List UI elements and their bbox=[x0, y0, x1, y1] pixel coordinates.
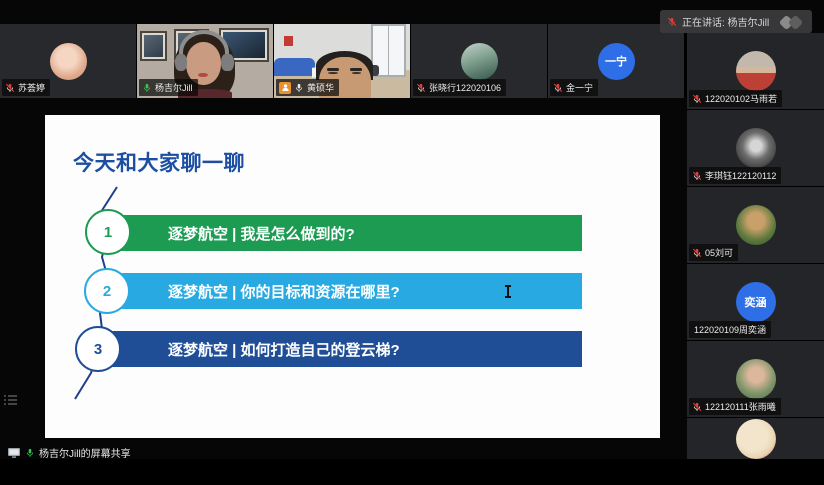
participant-tile[interactable]: 张晓行122020106 bbox=[411, 24, 548, 98]
avatar bbox=[49, 42, 87, 80]
slide-title: 今天和大家聊一聊 bbox=[73, 152, 245, 175]
bottom-toolbar-area bbox=[0, 459, 824, 485]
participant-name-tag: 杨吉尔Jill bbox=[139, 79, 198, 96]
participant-tile-active-speaker[interactable]: 杨吉尔Jill bbox=[137, 24, 274, 98]
muted-mic-icon bbox=[416, 83, 426, 92]
participant-name-tag: 122020102马雨若 bbox=[689, 90, 783, 107]
muted-mic-icon bbox=[692, 402, 702, 411]
host-badge-icon bbox=[279, 81, 291, 94]
slide-item-bar-1: 逐梦航空 | 我是怎么做到的? bbox=[110, 215, 582, 251]
avatar-initials-text: 奕涵 bbox=[744, 297, 767, 309]
meeting-window: 正在讲话: 杨吉尔Jill 苏荟婷 杨吉尔Jill 黄硕华 张晓行1220201… bbox=[0, 0, 824, 485]
participant-tile[interactable]: 122020102马雨若 bbox=[687, 33, 824, 109]
app-logo-icon bbox=[778, 14, 805, 30]
slide-item-bar-2: 逐梦航空 | 你的目标和资源在哪里? bbox=[110, 273, 582, 309]
participant-tile[interactable]: 黄硕华 bbox=[274, 24, 411, 98]
participant-name: 122020102马雨若 bbox=[705, 94, 778, 104]
participant-name: 张晓行122020106 bbox=[429, 83, 502, 93]
avatar bbox=[735, 128, 776, 168]
participant-tile[interactable]: 奕涵 122020109周奕涵 bbox=[687, 264, 824, 340]
avatar bbox=[735, 205, 776, 245]
shared-screen-slide: 今天和大家聊一聊 逐梦航空 | 我是怎么做到的? 逐梦航空 | 你的目标和资源在… bbox=[45, 115, 660, 438]
participant-name-tag: 黄硕华 bbox=[276, 79, 340, 96]
avatar-initials-text: 一宁 bbox=[605, 56, 627, 68]
slide-item-number-2: 2 bbox=[84, 268, 130, 314]
live-mic-icon bbox=[143, 83, 151, 92]
slide-item-number-3: 3 bbox=[75, 326, 121, 372]
mouse-cursor bbox=[505, 285, 511, 298]
participant-tile[interactable] bbox=[687, 418, 824, 460]
top-video-strip: 苏荟婷 杨吉尔Jill 黄硕华 张晓行122020106 一宁 金一宁 bbox=[0, 24, 687, 98]
participant-name: 苏荟婷 bbox=[18, 83, 46, 93]
participant-name-tag: 苏荟婷 bbox=[2, 79, 51, 96]
participant-name-tag: 05刘可 bbox=[689, 244, 739, 261]
slide-item-text: 逐梦航空 | 我是怎么做到的? bbox=[168, 225, 355, 243]
participant-tile[interactable]: 122120111张雨曦 bbox=[687, 341, 824, 417]
avatar bbox=[735, 51, 776, 91]
slide-item-text: 逐梦航空 | 你的目标和资源在哪里? bbox=[168, 283, 400, 301]
participant-name-tag: 张晓行122020106 bbox=[413, 79, 507, 96]
speaking-indicator-banner[interactable]: 正在讲话: 杨吉尔Jill bbox=[660, 10, 812, 33]
participant-name: 杨吉尔Jill bbox=[155, 83, 193, 93]
muted-mic-icon bbox=[5, 83, 15, 92]
muted-mic-icon bbox=[692, 94, 702, 103]
screen-share-status[interactable]: 杨吉尔Jill的屏幕共享 bbox=[7, 445, 131, 460]
muted-mic-icon bbox=[667, 17, 677, 26]
participant-tile[interactable]: 李琪钰122120112 bbox=[687, 110, 824, 186]
participant-name: 李琪钰122120112 bbox=[705, 171, 777, 181]
live-mic-icon bbox=[26, 448, 34, 457]
participant-name-tag: 122120111张雨曦 bbox=[689, 398, 781, 415]
muted-mic-icon bbox=[692, 171, 702, 180]
avatar bbox=[460, 42, 498, 80]
participant-name: 122120111张雨曦 bbox=[705, 402, 776, 412]
speaking-indicator-label: 正在讲话: 杨吉尔Jill bbox=[682, 18, 770, 29]
live-mic-icon bbox=[295, 83, 303, 92]
participant-tile[interactable]: 苏荟婷 bbox=[0, 24, 137, 98]
participant-name: 122020109周奕涵 bbox=[694, 325, 767, 335]
annotation-list-icon[interactable] bbox=[4, 394, 17, 406]
participant-name: 05刘可 bbox=[705, 248, 734, 258]
participant-name-tag: 李琪钰122120112 bbox=[689, 167, 782, 184]
screen-share-label: 杨吉尔Jill的屏幕共享 bbox=[39, 449, 131, 460]
avatar-initials: 一宁 bbox=[597, 42, 635, 80]
avatar-initials: 奕涵 bbox=[735, 282, 776, 322]
participant-name-tag: 122020109周奕涵 bbox=[689, 321, 772, 338]
avatar bbox=[735, 419, 776, 459]
slide-item-number-1: 1 bbox=[85, 209, 131, 255]
participant-tile[interactable]: 一宁 金一宁 bbox=[548, 24, 685, 98]
muted-mic-icon bbox=[692, 248, 702, 257]
muted-mic-icon bbox=[553, 83, 563, 92]
slide-item-bar-3: 逐梦航空 | 如何打造自己的登云梯? bbox=[110, 331, 582, 367]
participant-name-tag: 金一宁 bbox=[550, 79, 599, 96]
participant-name: 金一宁 bbox=[566, 83, 594, 93]
monitor-icon bbox=[8, 447, 20, 458]
avatar bbox=[735, 359, 776, 399]
sidebar-video-strip: 122020102马雨若 李琪钰122120112 05刘可 奕涵 122020… bbox=[687, 33, 824, 460]
participant-tile[interactable]: 05刘可 bbox=[687, 187, 824, 263]
slide-item-text: 逐梦航空 | 如何打造自己的登云梯? bbox=[168, 341, 400, 359]
participant-name: 黄硕华 bbox=[307, 83, 335, 93]
